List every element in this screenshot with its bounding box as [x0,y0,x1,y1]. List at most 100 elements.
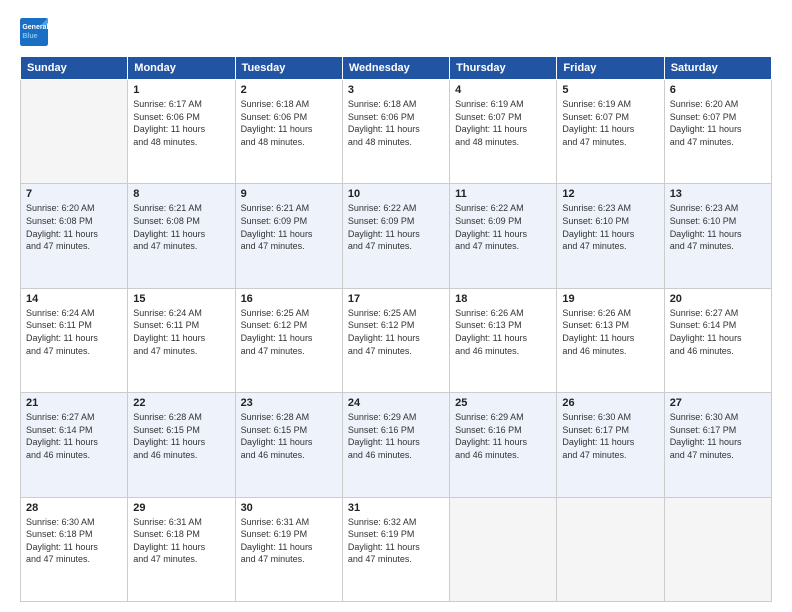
calendar-cell: 29 Sunrise: 6:31 AMSunset: 6:18 PMDayligh… [128,497,235,601]
calendar-cell: 25 Sunrise: 6:29 AMSunset: 6:16 PMDayligh… [450,393,557,497]
svg-text:Blue: Blue [22,33,37,40]
day-info: Sunrise: 6:27 AMSunset: 6:14 PMDaylight:… [670,307,766,357]
day-number: 22 [133,397,229,409]
calendar-cell: 21 Sunrise: 6:27 AMSunset: 6:14 PMDayligh… [21,393,128,497]
calendar-cell: 31 Sunrise: 6:32 AMSunset: 6:19 PMDayligh… [342,497,449,601]
day-number: 9 [241,188,337,200]
day-number: 30 [241,502,337,514]
calendar-cell: 13 Sunrise: 6:23 AMSunset: 6:10 PMDayligh… [664,184,771,288]
calendar-cell: 1 Sunrise: 6:17 AMSunset: 6:06 PMDaylight… [128,80,235,184]
week-row-5: 28Sunrise: 6:30 AMSunset: 6:18 PMDayligh… [21,497,772,601]
weekday-header-row: SundayMondayTuesdayWednesdayThursdayFrid… [21,57,772,80]
week-row-4: 21 Sunrise: 6:27 AMSunset: 6:14 PMDayligh… [21,393,772,497]
day-info: Sunrise: 6:23 AMSunset: 6:10 PMDaylight:… [670,202,766,252]
logo: General Blue [20,18,48,46]
day-number: 26 [562,397,658,409]
day-info: Sunrise: 6:20 AMSunset: 6:07 PMDaylight:… [670,98,766,148]
day-number: 8 [133,188,229,200]
day-number: 3 [348,84,444,96]
week-row-2: 7Sunrise: 6:20 AMSunset: 6:08 PMDaylight… [21,184,772,288]
day-info: Sunrise: 6:28 AMSunset: 6:15 PMDaylight:… [241,411,337,461]
day-number: 11 [455,188,551,200]
calendar-cell: 3 Sunrise: 6:18 AMSunset: 6:06 PMDaylight… [342,80,449,184]
day-info: Sunrise: 6:30 AMSunset: 6:17 PMDaylight:… [562,411,658,461]
day-info: Sunrise: 6:19 AMSunset: 6:07 PMDaylight:… [562,98,658,148]
calendar-cell: 27Sunrise: 6:30 AMSunset: 6:17 PMDayligh… [664,393,771,497]
day-info: Sunrise: 6:32 AMSunset: 6:19 PMDaylight:… [348,516,444,566]
day-info: Sunrise: 6:29 AMSunset: 6:16 PMDaylight:… [348,411,444,461]
day-number: 31 [348,502,444,514]
calendar-cell: 4 Sunrise: 6:19 AMSunset: 6:07 PMDaylight… [450,80,557,184]
day-number: 6 [670,84,766,96]
calendar-cell: 20Sunrise: 6:27 AMSunset: 6:14 PMDayligh… [664,288,771,392]
day-number: 13 [670,188,766,200]
day-number: 4 [455,84,551,96]
calendar-cell: 18 Sunrise: 6:26 AMSunset: 6:13 PMDayligh… [450,288,557,392]
weekday-header-saturday: Saturday [664,57,771,80]
day-number: 19 [562,293,658,305]
day-info: Sunrise: 6:25 AMSunset: 6:12 PMDaylight:… [241,307,337,357]
day-info: Sunrise: 6:27 AMSunset: 6:14 PMDaylight:… [26,411,122,461]
day-info: Sunrise: 6:19 AMSunset: 6:07 PMDaylight:… [455,98,551,148]
day-info: Sunrise: 6:23 AMSunset: 6:10 PMDaylight:… [562,202,658,252]
calendar-cell: 14Sunrise: 6:24 AMSunset: 6:11 PMDayligh… [21,288,128,392]
calendar-cell: 5 Sunrise: 6:19 AMSunset: 6:07 PMDaylight… [557,80,664,184]
page: General Blue SundayMondayTuesdayWednesda… [0,0,792,612]
day-info: Sunrise: 6:18 AMSunset: 6:06 PMDaylight:… [348,98,444,148]
day-number: 25 [455,397,551,409]
calendar-cell: 2 Sunrise: 6:18 AMSunset: 6:06 PMDaylight… [235,80,342,184]
day-info: Sunrise: 6:22 AMSunset: 6:09 PMDaylight:… [455,202,551,252]
day-info: Sunrise: 6:29 AMSunset: 6:16 PMDaylight:… [455,411,551,461]
weekday-header-sunday: Sunday [21,57,128,80]
weekday-header-tuesday: Tuesday [235,57,342,80]
day-info: Sunrise: 6:28 AMSunset: 6:15 PMDaylight:… [133,411,229,461]
day-info: Sunrise: 6:21 AMSunset: 6:08 PMDaylight:… [133,202,229,252]
day-info: Sunrise: 6:26 AMSunset: 6:13 PMDaylight:… [455,307,551,357]
day-number: 18 [455,293,551,305]
calendar-cell: 7Sunrise: 6:20 AMSunset: 6:08 PMDaylight… [21,184,128,288]
svg-text:General: General [22,24,48,31]
day-number: 24 [348,397,444,409]
calendar-cell: 10 Sunrise: 6:22 AMSunset: 6:09 PMDayligh… [342,184,449,288]
day-number: 14 [26,293,122,305]
calendar-cell: 12 Sunrise: 6:23 AMSunset: 6:10 PMDayligh… [557,184,664,288]
calendar-cell: 6 Sunrise: 6:20 AMSunset: 6:07 PMDaylight… [664,80,771,184]
day-number: 28 [26,502,122,514]
calendar-cell: 23 Sunrise: 6:28 AMSunset: 6:15 PMDayligh… [235,393,342,497]
day-info: Sunrise: 6:25 AMSunset: 6:12 PMDaylight:… [348,307,444,357]
calendar-cell [664,497,771,601]
day-number: 2 [241,84,337,96]
weekday-header-wednesday: Wednesday [342,57,449,80]
day-number: 16 [241,293,337,305]
day-info: Sunrise: 6:18 AMSunset: 6:06 PMDaylight:… [241,98,337,148]
calendar-cell: 22 Sunrise: 6:28 AMSunset: 6:15 PMDayligh… [128,393,235,497]
weekday-header-thursday: Thursday [450,57,557,80]
calendar-cell: 11 Sunrise: 6:22 AMSunset: 6:09 PMDayligh… [450,184,557,288]
calendar-cell: 8 Sunrise: 6:21 AMSunset: 6:08 PMDaylight… [128,184,235,288]
week-row-1: 1 Sunrise: 6:17 AMSunset: 6:06 PMDaylight… [21,80,772,184]
day-info: Sunrise: 6:22 AMSunset: 6:09 PMDaylight:… [348,202,444,252]
day-number: 10 [348,188,444,200]
day-number: 12 [562,188,658,200]
day-number: 17 [348,293,444,305]
day-info: Sunrise: 6:21 AMSunset: 6:09 PMDaylight:… [241,202,337,252]
day-info: Sunrise: 6:31 AMSunset: 6:18 PMDaylight:… [133,516,229,566]
calendar-cell: 24 Sunrise: 6:29 AMSunset: 6:16 PMDayligh… [342,393,449,497]
day-info: Sunrise: 6:17 AMSunset: 6:06 PMDaylight:… [133,98,229,148]
day-info: Sunrise: 6:26 AMSunset: 6:13 PMDaylight:… [562,307,658,357]
calendar-cell: 17 Sunrise: 6:25 AMSunset: 6:12 PMDayligh… [342,288,449,392]
calendar-cell: 15Sunrise: 6:24 AMSunset: 6:11 PMDayligh… [128,288,235,392]
calendar-cell: 16 Sunrise: 6:25 AMSunset: 6:12 PMDayligh… [235,288,342,392]
day-number: 7 [26,188,122,200]
calendar-cell: 30Sunrise: 6:31 AMSunset: 6:19 PMDayligh… [235,497,342,601]
day-number: 29 [133,502,229,514]
weekday-header-monday: Monday [128,57,235,80]
day-number: 21 [26,397,122,409]
day-info: Sunrise: 6:24 AMSunset: 6:11 PMDaylight:… [133,307,229,357]
day-info: Sunrise: 6:30 AMSunset: 6:17 PMDaylight:… [670,411,766,461]
day-number: 5 [562,84,658,96]
calendar-cell: 9 Sunrise: 6:21 AMSunset: 6:09 PMDaylight… [235,184,342,288]
day-number: 1 [133,84,229,96]
day-number: 23 [241,397,337,409]
calendar-cell [21,80,128,184]
